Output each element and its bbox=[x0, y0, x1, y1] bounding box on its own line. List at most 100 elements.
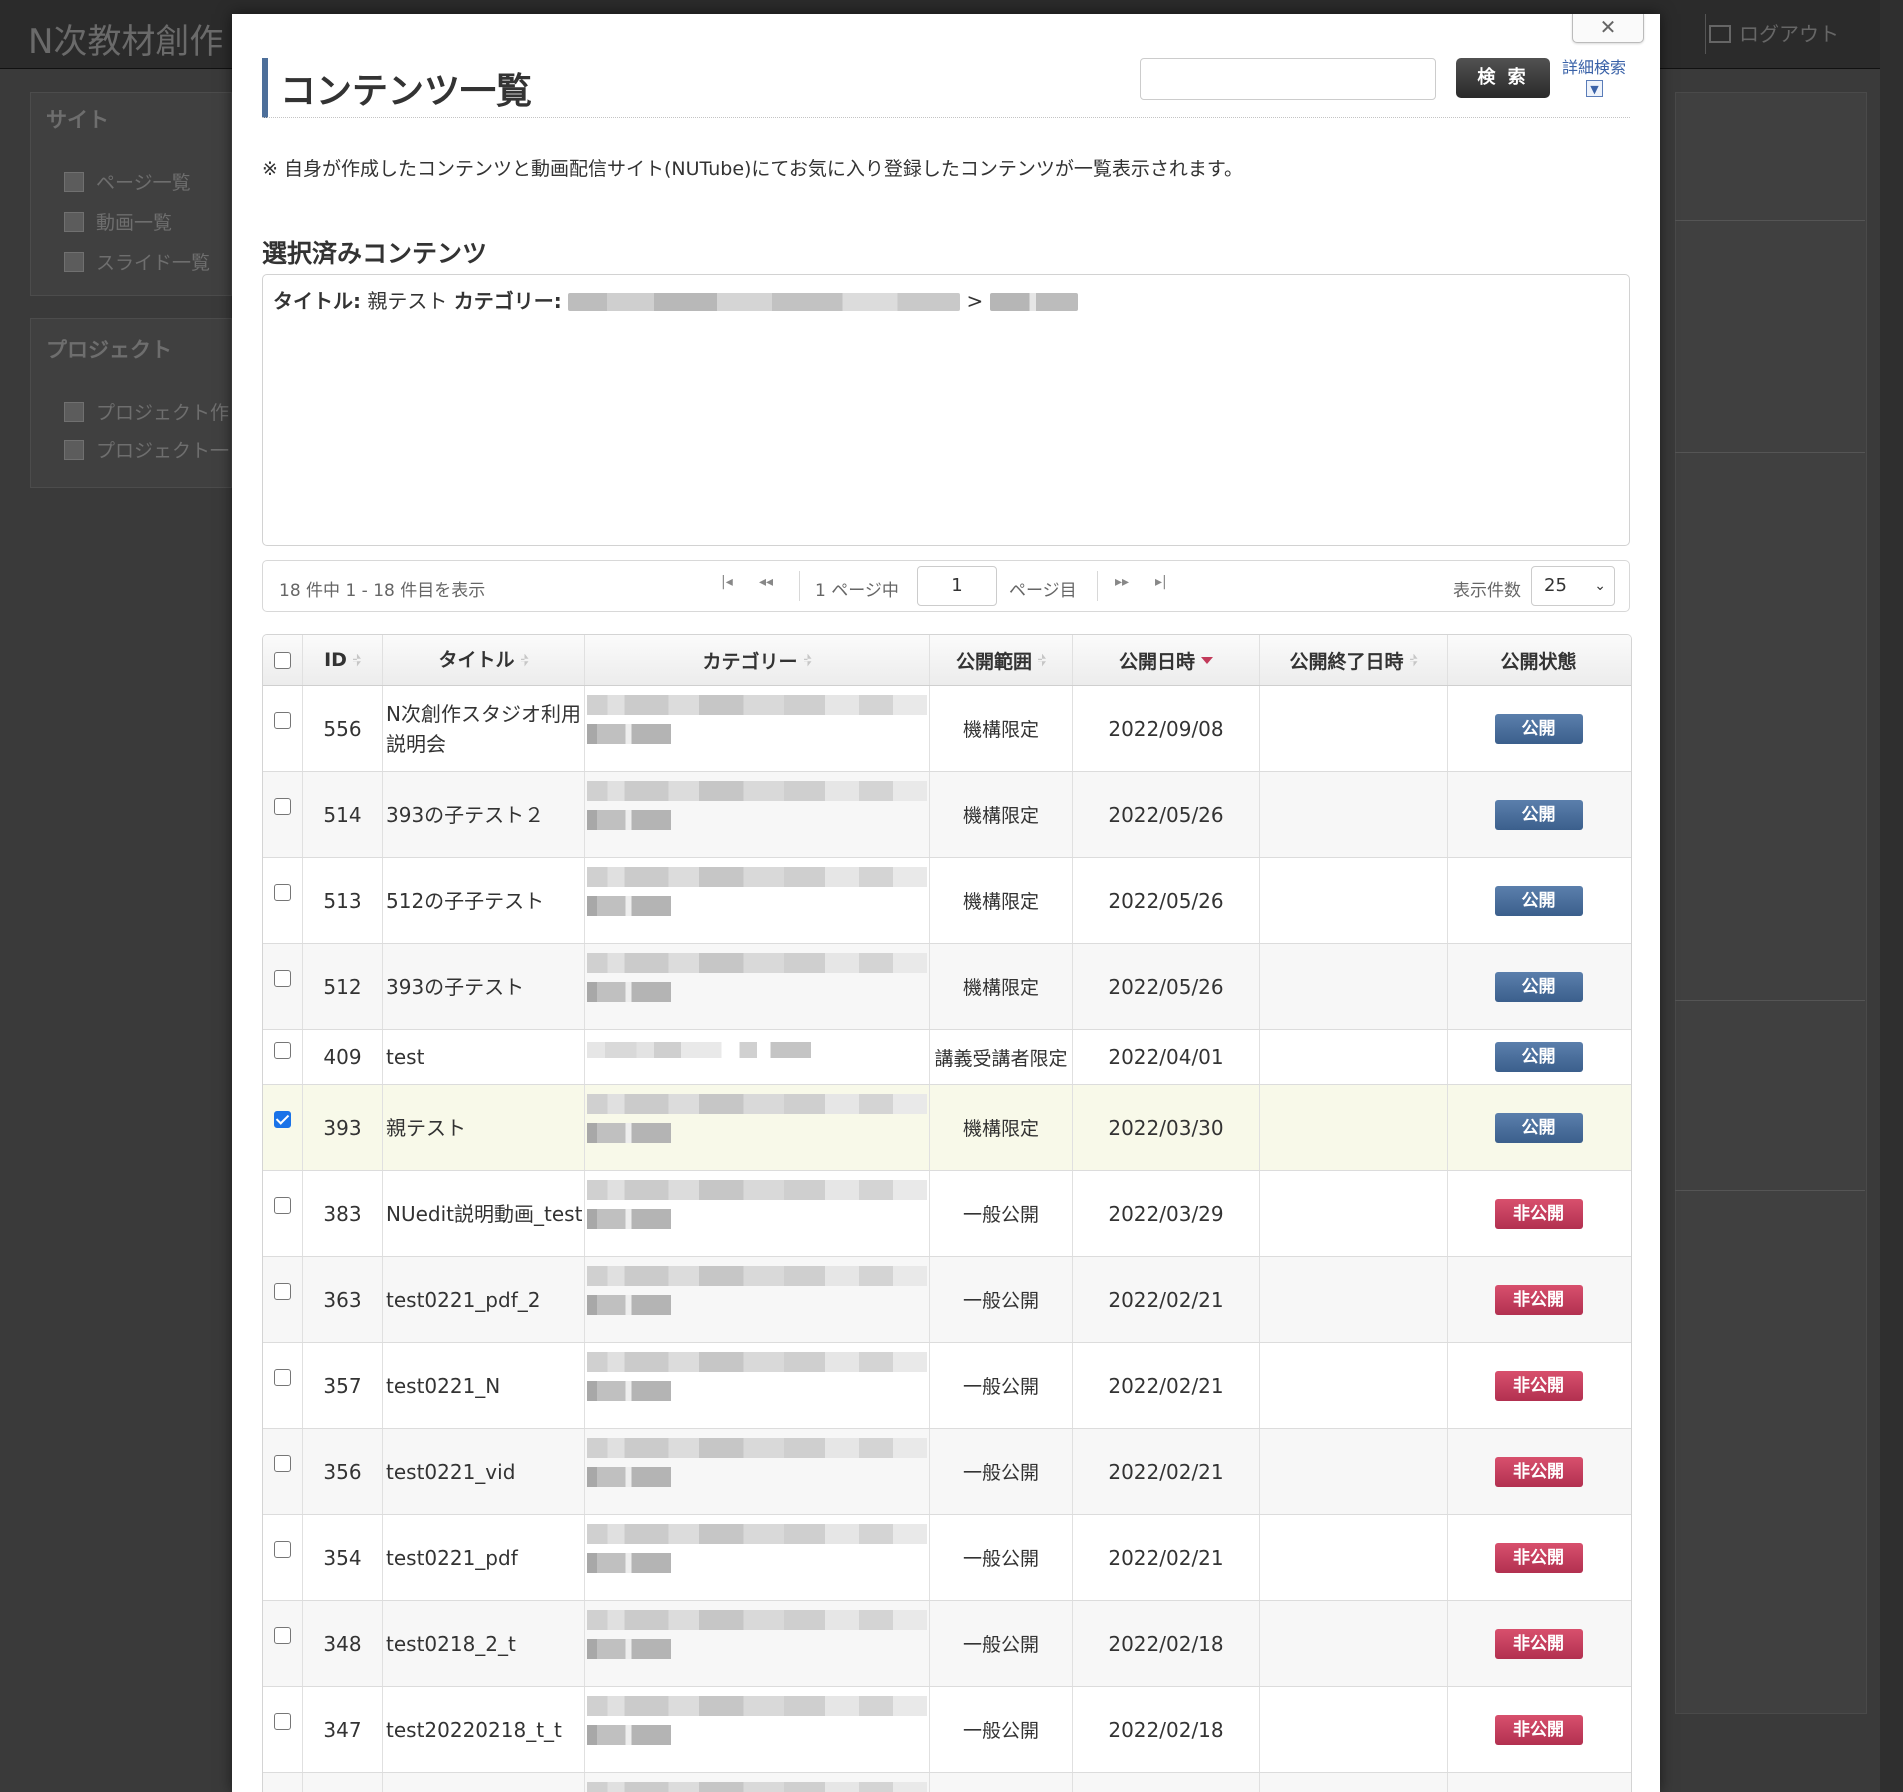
advanced-search-link[interactable]: 詳細検索 bbox=[1562, 54, 1626, 78]
scope-cell: 一般公開 bbox=[930, 1687, 1073, 1772]
search-input[interactable] bbox=[1140, 58, 1436, 100]
table-row[interactable]: 556 N次創作スタジオ利用説明会 機構限定 2022/09/08 公開 bbox=[263, 686, 1631, 772]
redacted-category bbox=[587, 1266, 927, 1286]
redacted-category bbox=[587, 781, 927, 801]
prev-page-icon[interactable]: ◂◂ bbox=[759, 574, 773, 590]
row-checkbox[interactable] bbox=[274, 1111, 291, 1128]
table-row[interactable]: 347 test20220218_t_t 一般公開 2022/02/18 非公開 bbox=[263, 1687, 1631, 1773]
row-checkbox[interactable] bbox=[274, 1541, 291, 1558]
pager: 18 件中 1 - 18 件目を表示 |◂ ◂◂ 1 ページ中 1 ページ目 ▸… bbox=[262, 560, 1630, 612]
header-scope[interactable]: 公開範囲 bbox=[930, 635, 1073, 685]
selected-heading: 選択済みコンテンツ bbox=[262, 239, 488, 268]
site-link-slides[interactable]: スライド一覧 bbox=[64, 248, 210, 275]
redacted-subcategory bbox=[587, 1639, 671, 1659]
header-category[interactable]: カテゴリー bbox=[585, 635, 930, 685]
chevron-down-icon[interactable]: ▼ bbox=[1586, 80, 1603, 97]
table-row[interactable]: 348 test0218_2_t 一般公開 2022/02/18 非公開 bbox=[263, 1601, 1631, 1687]
end-date-cell bbox=[1260, 1030, 1448, 1084]
table-row[interactable]: 513 512の子子テスト 機構限定 2022/05/26 公開 bbox=[263, 858, 1631, 944]
row-select-cell bbox=[263, 1515, 303, 1600]
page-scrollbar[interactable] bbox=[1880, 0, 1903, 1792]
title-cell: N次創作スタジオ利用説明会 bbox=[383, 686, 585, 771]
close-button[interactable]: ✕ bbox=[1572, 14, 1644, 43]
header-end-date[interactable]: 公開終了日時 bbox=[1260, 635, 1448, 685]
site-link-videos[interactable]: 動画一覧 bbox=[64, 208, 172, 235]
id-cell: 556 bbox=[303, 686, 383, 771]
table-row[interactable]: 512 393の子テスト 機構限定 2022/05/26 公開 bbox=[263, 944, 1631, 1030]
row-select-cell bbox=[263, 1257, 303, 1342]
page-size-select[interactable]: 25 ⌄ bbox=[1531, 566, 1615, 606]
table-row[interactable]: 393 親テスト 機構限定 2022/03/30 公開 bbox=[263, 1085, 1631, 1171]
status-cell: 非公開 bbox=[1448, 1515, 1629, 1600]
header-title[interactable]: タイトル bbox=[383, 635, 585, 685]
redacted-category bbox=[587, 1696, 927, 1716]
publish-date-cell: 2022/02/21 bbox=[1073, 1515, 1260, 1600]
next-page-icon[interactable]: ▸▸ bbox=[1115, 574, 1129, 590]
table-row[interactable]: 356 test0221_vid 一般公開 2022/02/21 非公開 bbox=[263, 1429, 1631, 1515]
row-checkbox[interactable] bbox=[274, 1455, 291, 1472]
status-badge: 公開 bbox=[1494, 799, 1583, 830]
id-cell: 348 bbox=[303, 1601, 383, 1686]
sort-icon bbox=[803, 653, 812, 667]
table-row[interactable]: 383 NUedit説明動画_test 一般公開 2022/03/29 非公開 bbox=[263, 1171, 1631, 1257]
row-checkbox[interactable] bbox=[274, 712, 291, 729]
header-label: カテゴリー bbox=[702, 650, 798, 673]
row-checkbox[interactable] bbox=[274, 1627, 291, 1644]
page-size-label: 表示件数 bbox=[1453, 581, 1521, 601]
row-select-cell bbox=[263, 1601, 303, 1686]
table-row[interactable]: 357 test0221_N 一般公開 2022/02/21 非公開 bbox=[263, 1343, 1631, 1429]
row-checkbox[interactable] bbox=[274, 798, 291, 815]
search-button[interactable]: 検 索 bbox=[1456, 58, 1550, 98]
row-select-cell bbox=[263, 686, 303, 771]
id-cell: 363 bbox=[303, 1257, 383, 1342]
page-number-input[interactable]: 1 bbox=[917, 566, 997, 606]
header-publish-date[interactable]: 公開日時 bbox=[1073, 635, 1260, 685]
row-checkbox[interactable] bbox=[274, 1042, 291, 1059]
logout-link[interactable]: ログアウト bbox=[1709, 18, 1839, 47]
status-badge: 非公開 bbox=[1494, 1370, 1583, 1401]
header-id[interactable]: ID bbox=[303, 635, 383, 685]
publish-date-cell bbox=[1073, 1773, 1260, 1792]
project-link-list[interactable]: プロジェクト一 bbox=[64, 436, 229, 463]
scope-cell: 一般公開 bbox=[930, 1257, 1073, 1342]
publish-date-cell: 2022/04/01 bbox=[1073, 1030, 1260, 1084]
scope-cell: 一般公開 bbox=[930, 1601, 1073, 1686]
row-checkbox[interactable] bbox=[274, 1369, 291, 1386]
id-cell: 514 bbox=[303, 772, 383, 857]
scope-cell: 機構限定 bbox=[930, 944, 1073, 1029]
row-checkbox[interactable] bbox=[274, 1713, 291, 1730]
slide-icon bbox=[64, 252, 84, 272]
site-heading: サイト bbox=[46, 108, 109, 132]
row-checkbox[interactable] bbox=[274, 884, 291, 901]
row-select-cell bbox=[263, 1085, 303, 1170]
id-cell: 383 bbox=[303, 1171, 383, 1256]
first-page-icon[interactable]: |◂ bbox=[721, 574, 733, 590]
table-header-row: ID タイトル カテゴリー 公開範囲 公開日時 公開終了日時 公開状態 bbox=[263, 635, 1631, 686]
header-label: 公開状態 bbox=[1500, 650, 1577, 673]
table-row[interactable]: 409 test 講義受講者限定 2022/04/01 公開 bbox=[263, 1030, 1631, 1085]
row-checkbox[interactable] bbox=[274, 970, 291, 987]
close-icon: ✕ bbox=[1599, 15, 1617, 39]
status-cell: 非公開 bbox=[1448, 1687, 1629, 1772]
project-link-create[interactable]: プロジェクト作 bbox=[64, 398, 229, 425]
redacted-category bbox=[587, 953, 927, 973]
table-row[interactable]: 354 test0221_pdf 一般公開 2022/02/21 非公開 bbox=[263, 1515, 1631, 1601]
notice-text: ※ 自身が作成したコンテンツと動画配信サイト(NUTube)にてお気に入り登録し… bbox=[262, 158, 1243, 180]
row-checkbox[interactable] bbox=[274, 1283, 291, 1300]
pager-separator bbox=[799, 571, 800, 601]
scope-cell: 講義受講者限定 bbox=[930, 1030, 1073, 1084]
site-link-pages[interactable]: ページ一覧 bbox=[64, 168, 191, 195]
last-page-icon[interactable]: ▸| bbox=[1155, 574, 1167, 590]
row-checkbox[interactable] bbox=[274, 1197, 291, 1214]
table-row[interactable]: test bbox=[263, 1773, 1631, 1792]
site-link-label: 動画一覧 bbox=[96, 212, 173, 234]
end-date-cell bbox=[1260, 686, 1448, 771]
select-all-checkbox[interactable] bbox=[274, 651, 291, 669]
category-cell bbox=[585, 1773, 930, 1792]
table-row[interactable]: 514 393の子テスト２ 機構限定 2022/05/26 公開 bbox=[263, 772, 1631, 858]
category-separator: > bbox=[966, 289, 984, 313]
status-cell: 公開 bbox=[1448, 1085, 1629, 1170]
site-link-label: ページ一覧 bbox=[96, 172, 191, 194]
selected-title-label: タイトル: bbox=[273, 289, 361, 313]
table-row[interactable]: 363 test0221_pdf_2 一般公開 2022/02/21 非公開 bbox=[263, 1257, 1631, 1343]
